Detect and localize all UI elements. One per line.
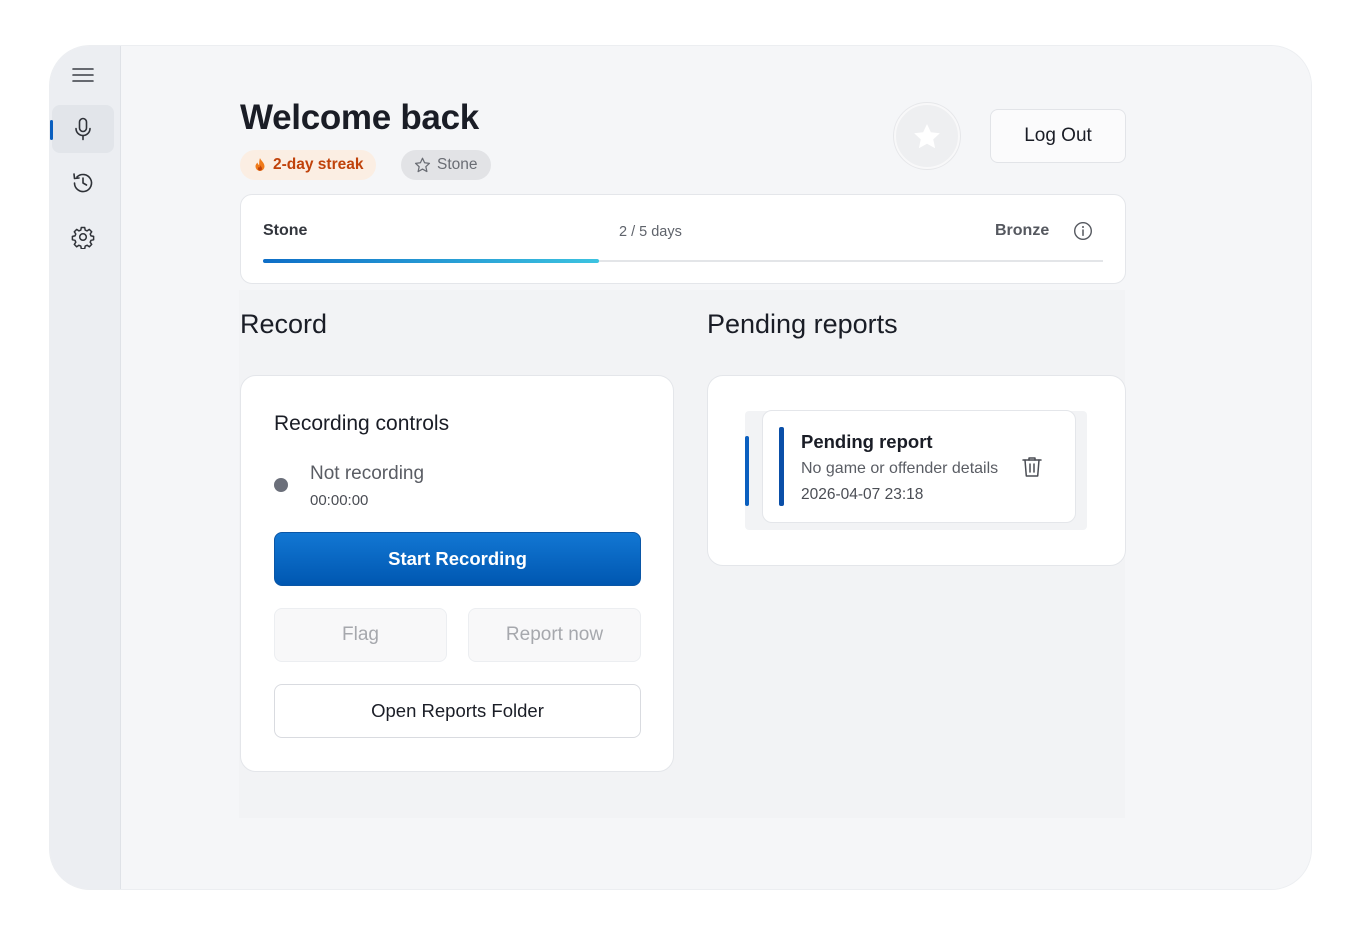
rank-badge: Stone xyxy=(401,150,491,180)
pending-report-item[interactable]: Pending report No game or offender detai… xyxy=(762,410,1076,523)
progress-track xyxy=(263,259,1103,263)
main-content: Welcome back 2-day streak Stone Log Out … xyxy=(121,46,1311,889)
menu-button[interactable] xyxy=(52,51,114,99)
pending-section-title: Pending reports xyxy=(707,309,898,339)
report-now-button[interactable]: Report now xyxy=(468,608,641,662)
current-tier-label: Stone xyxy=(263,222,308,239)
recording-controls-card: Recording controls Not recording 00:00:0… xyxy=(240,375,674,772)
hamburger-menu-icon xyxy=(72,68,94,82)
recording-status-dot xyxy=(274,478,288,492)
pending-reports-card: Pending report No game or offender detai… xyxy=(707,375,1126,566)
streak-badge: 2-day streak xyxy=(240,150,377,180)
rank-avatar[interactable] xyxy=(894,103,960,169)
history-icon xyxy=(73,173,93,193)
info-icon xyxy=(1073,221,1093,241)
star-icon xyxy=(914,123,940,148)
active-indicator xyxy=(50,120,53,140)
flame-icon xyxy=(255,158,265,171)
streak-label: 2-day streak xyxy=(273,156,364,173)
microphone-icon xyxy=(75,117,91,141)
days-progress-text: 2 / 5 days xyxy=(619,224,682,240)
start-recording-button[interactable]: Start Recording xyxy=(274,532,641,586)
trash-icon xyxy=(1022,457,1042,477)
settings-gear-icon xyxy=(71,226,95,249)
list-accent-bar xyxy=(745,436,749,506)
item-accent-bar xyxy=(779,427,784,506)
page-title: Welcome back xyxy=(240,98,479,137)
recording-status: Not recording xyxy=(310,463,425,484)
sidebar-item-history[interactable] xyxy=(52,159,114,207)
tier-progress-card: Stone 2 / 5 days Bronze xyxy=(240,194,1126,284)
progress-fill xyxy=(263,259,599,263)
record-section-title: Record xyxy=(240,309,328,339)
logout-button[interactable]: Log Out xyxy=(990,109,1126,163)
sidebar-item-record[interactable] xyxy=(50,105,114,153)
info-button[interactable] xyxy=(1073,221,1093,246)
open-reports-folder-button[interactable]: Open Reports Folder xyxy=(274,684,641,738)
recording-timer: 00:00:00 xyxy=(310,492,369,509)
next-tier-label: Bronze xyxy=(995,222,1050,239)
pending-report-subtitle: No game or offender details xyxy=(801,460,999,477)
rank-label: Stone xyxy=(437,156,478,173)
flag-button[interactable]: Flag xyxy=(274,608,447,662)
pending-report-list: Pending report No game or offender detai… xyxy=(745,410,1087,530)
pending-report-title: Pending report xyxy=(801,431,933,452)
sidebar xyxy=(50,46,121,889)
app-window: Welcome back 2-day streak Stone Log Out … xyxy=(50,46,1311,889)
delete-report-button[interactable] xyxy=(1021,455,1043,484)
pending-report-date: 2026-04-07 23:18 xyxy=(801,486,924,503)
sidebar-item-settings[interactable] xyxy=(52,213,114,261)
star-outline-icon xyxy=(414,157,431,173)
recording-controls-title: Recording controls xyxy=(274,412,450,435)
